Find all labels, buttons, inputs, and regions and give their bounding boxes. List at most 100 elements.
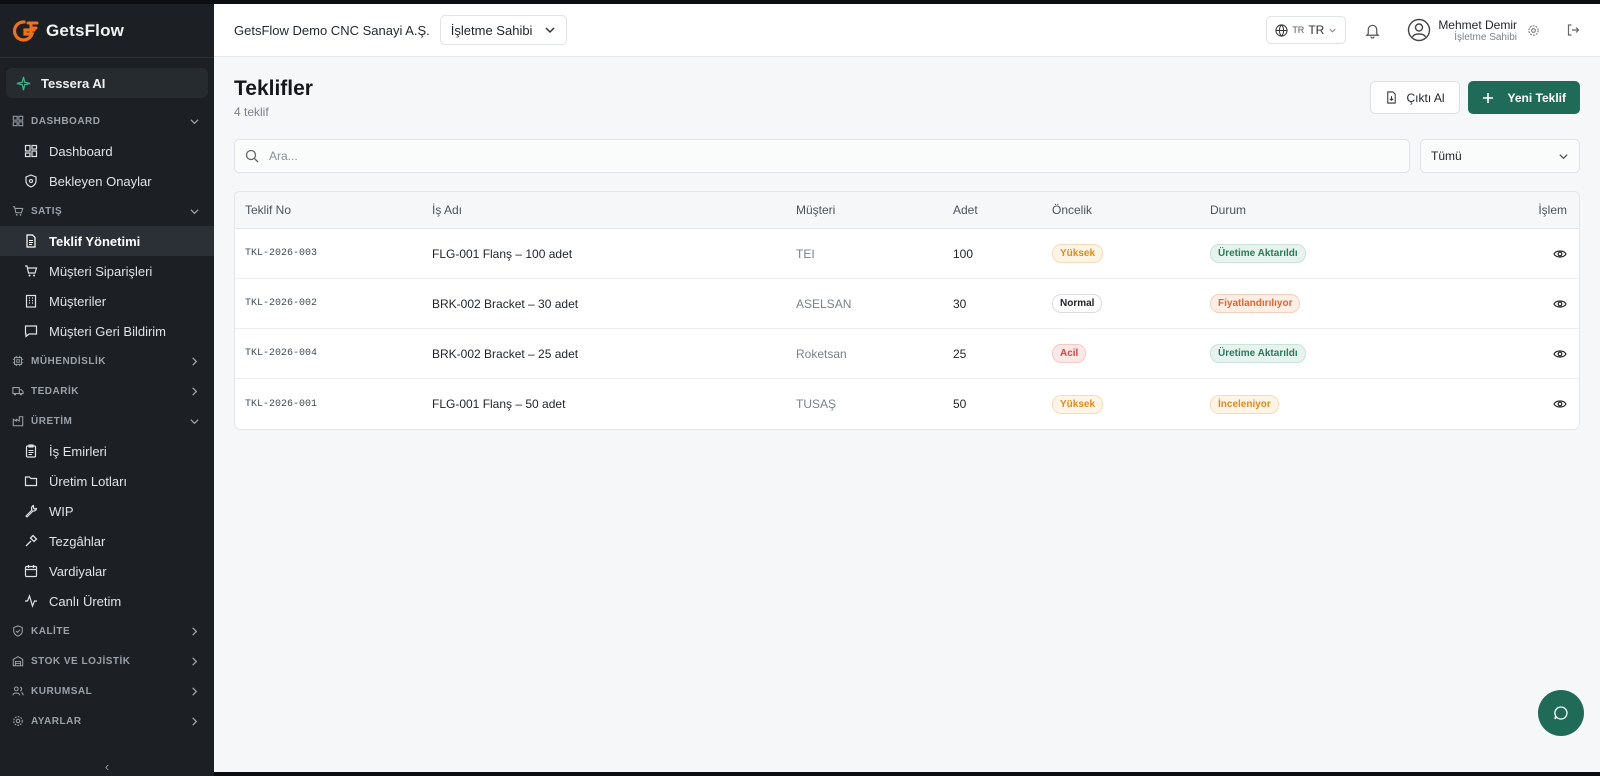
- table-row[interactable]: TKL-2026-002 BRK-002 Bracket – 30 adet ASE…: [235, 279, 1579, 329]
- status-badge: Üretime Aktarıldı: [1210, 344, 1306, 363]
- priority-badge: Acil: [1052, 344, 1087, 363]
- sidebar-section[interactable]: SATIŞ: [0, 196, 214, 226]
- status-filter-select[interactable]: Tümü: [1420, 139, 1580, 173]
- user-info[interactable]: Mehmet Demir İşletme Sahibi: [1438, 18, 1517, 43]
- chevron-right-icon: [192, 356, 198, 366]
- sidebar-item-label: Tezgâhlar: [49, 533, 106, 549]
- chat-bubble-icon: [1554, 706, 1568, 720]
- sidebar-item-m-teriler[interactable]: Müşteriler: [0, 286, 214, 316]
- table-row[interactable]: TKL-2026-003 FLG-001 Flanş – 100 adet TEI 1…: [235, 229, 1579, 279]
- quantity: 25: [953, 346, 967, 361]
- customer-name: Roketsan: [796, 346, 847, 361]
- sidebar-section[interactable]: ÜRETİM: [0, 406, 214, 436]
- sidebar-item-label: Teklif Yönetimi: [49, 233, 141, 249]
- new-quote-button[interactable]: Yeni Teklif: [1467, 81, 1580, 114]
- job-name: FLG-001 Flanş – 50 adet: [432, 397, 566, 411]
- column-header[interactable]: Teklif No: [235, 203, 432, 217]
- priority-badge: Yüksek: [1052, 394, 1104, 414]
- sidebar-section-label: TEDARİK: [31, 385, 79, 397]
- role-select[interactable]: İşletme Sahibi: [439, 15, 568, 45]
- sidebar-item-vardiyalar[interactable]: Vardiyalar: [0, 556, 214, 586]
- export-button[interactable]: Çıktı Al: [1369, 81, 1460, 114]
- export-button-label: Çıktı Al: [1406, 90, 1445, 105]
- sidebar-section[interactable]: STOK VE LOJİSTİK: [0, 646, 214, 676]
- file-download-icon: [1386, 91, 1396, 104]
- settings-gear-icon[interactable]: [1527, 24, 1540, 37]
- notifications-bell-icon[interactable]: [1364, 22, 1381, 39]
- column-header[interactable]: Adet: [953, 203, 1052, 217]
- sidebar-item-m-teri-sipari-leri[interactable]: Müşteri Siparişleri: [0, 256, 214, 286]
- search-input[interactable]: [269, 149, 1399, 163]
- sidebar-item-bekleyen-onaylar[interactable]: Bekleyen Onaylar: [0, 166, 214, 196]
- chevron-down-icon: [1329, 28, 1336, 33]
- table-header: Teklif No İş Adı Müşteri Adet Öncelik Du…: [235, 192, 1579, 229]
- view-eye-icon[interactable]: [1553, 247, 1567, 261]
- topbar: GetsFlow Demo CNC Sanayi A.Ş. İşletme Sa…: [214, 4, 1600, 57]
- job-name: FLG-001 Flanş – 100 adet: [432, 246, 573, 261]
- sidebar-item-dashboard[interactable]: Dashboard: [0, 136, 214, 166]
- user-avatar-icon[interactable]: [1407, 18, 1431, 42]
- chevron-right-icon: [192, 686, 198, 696]
- sidebar-item-label: Müşteri Geri Bildirim: [49, 323, 167, 339]
- chat-button[interactable]: [1538, 690, 1584, 736]
- sidebar-section[interactable]: MÜHENDİSLİK: [0, 346, 214, 376]
- folder-icon: [24, 476, 38, 487]
- column-header[interactable]: Durum: [1210, 203, 1529, 217]
- sidebar-item-wip[interactable]: WIP: [0, 496, 214, 526]
- table-row[interactable]: TKL-2026-004 BRK-002 Bracket – 25 adet Rok…: [235, 329, 1579, 379]
- collapse-sidebar-button[interactable]: ‹: [0, 759, 214, 774]
- sidebar-section[interactable]: TEDARİK: [0, 376, 214, 406]
- sidebar-item-m-teri-geri-bildirim[interactable]: Müşteri Geri Bildirim: [0, 316, 214, 346]
- quantity: 30: [953, 296, 967, 311]
- page-subtitle: 4 teklif: [234, 105, 269, 119]
- status-badge: İnceleniyor: [1210, 394, 1279, 414]
- table-row[interactable]: TKL-2026-001 FLG-001 Flanş – 50 adet TUSAŞ…: [235, 379, 1579, 429]
- logout-icon[interactable]: [1566, 23, 1580, 37]
- customer-name: TEI: [796, 246, 815, 261]
- gear-icon: [13, 716, 23, 726]
- users-icon: [12, 686, 24, 696]
- priority-badge: Yüksek: [1052, 244, 1104, 263]
- chevron-down-icon: [190, 418, 199, 424]
- sidebar-item-label: Üretim Lotları: [49, 473, 128, 489]
- activity-icon: [25, 594, 37, 608]
- flag-label: TR: [1292, 25, 1305, 35]
- sidebar-item-i-emirleri[interactable]: İş Emirleri: [0, 436, 214, 466]
- priority-badge: Normal: [1052, 294, 1103, 313]
- quote-number: TKL-2026-001: [245, 398, 318, 410]
- cart-icon: [25, 265, 38, 277]
- cart-icon: [12, 206, 24, 216]
- sidebar-section[interactable]: KURUMSAL: [0, 676, 214, 706]
- quote-number: TKL-2026-003: [245, 248, 318, 259]
- view-eye-icon[interactable]: [1553, 297, 1567, 311]
- company-name: GetsFlow Demo CNC Sanayi A.Ş.: [234, 22, 430, 38]
- status-filter-value: Tümü: [1431, 149, 1462, 163]
- sidebar-section[interactable]: KALİTE: [0, 616, 214, 646]
- language-select[interactable]: TR TR: [1266, 16, 1347, 44]
- view-eye-icon[interactable]: [1553, 347, 1567, 361]
- building-icon: [25, 294, 37, 308]
- view-eye-icon[interactable]: [1553, 397, 1567, 411]
- search-box[interactable]: [234, 139, 1410, 173]
- wrench-icon: [25, 504, 38, 518]
- sidebar-item-canl-retim[interactable]: Canlı Üretim: [0, 586, 214, 616]
- chevron-right-icon: [192, 386, 198, 396]
- sidebar-section-label: ÜRETİM: [31, 415, 73, 427]
- sidebar-item-label: Müşteriler: [49, 293, 107, 309]
- column-header[interactable]: İş Adı: [432, 203, 796, 217]
- sidebar-item-label: Bekleyen Onaylar: [49, 173, 152, 189]
- sidebar-section[interactable]: DASHBOARD: [0, 106, 214, 136]
- sidebar-item-tessera-ai[interactable]: Tessera AI: [6, 68, 208, 98]
- brand[interactable]: GetsFlow: [0, 4, 214, 58]
- column-header[interactable]: Öncelik: [1052, 203, 1210, 217]
- globe-icon: [1275, 23, 1288, 37]
- status-badge: Fiyatlandırılıyor: [1210, 294, 1301, 313]
- chevron-right-icon: [192, 716, 198, 726]
- main-area: GetsFlow Demo CNC Sanayi A.Ş. İşletme Sa…: [214, 4, 1600, 772]
- column-header[interactable]: Müşteri: [796, 203, 953, 217]
- sidebar-item-teklif-y-netimi[interactable]: Teklif Yönetimi: [0, 226, 214, 256]
- sidebar-section-label: KALİTE: [31, 625, 71, 637]
- sidebar-item--retim-lotlar-[interactable]: Üretim Lotları: [0, 466, 214, 496]
- sidebar-section[interactable]: AYARLAR: [0, 706, 214, 736]
- sidebar-item-tezg-hlar[interactable]: Tezgâhlar: [0, 526, 214, 556]
